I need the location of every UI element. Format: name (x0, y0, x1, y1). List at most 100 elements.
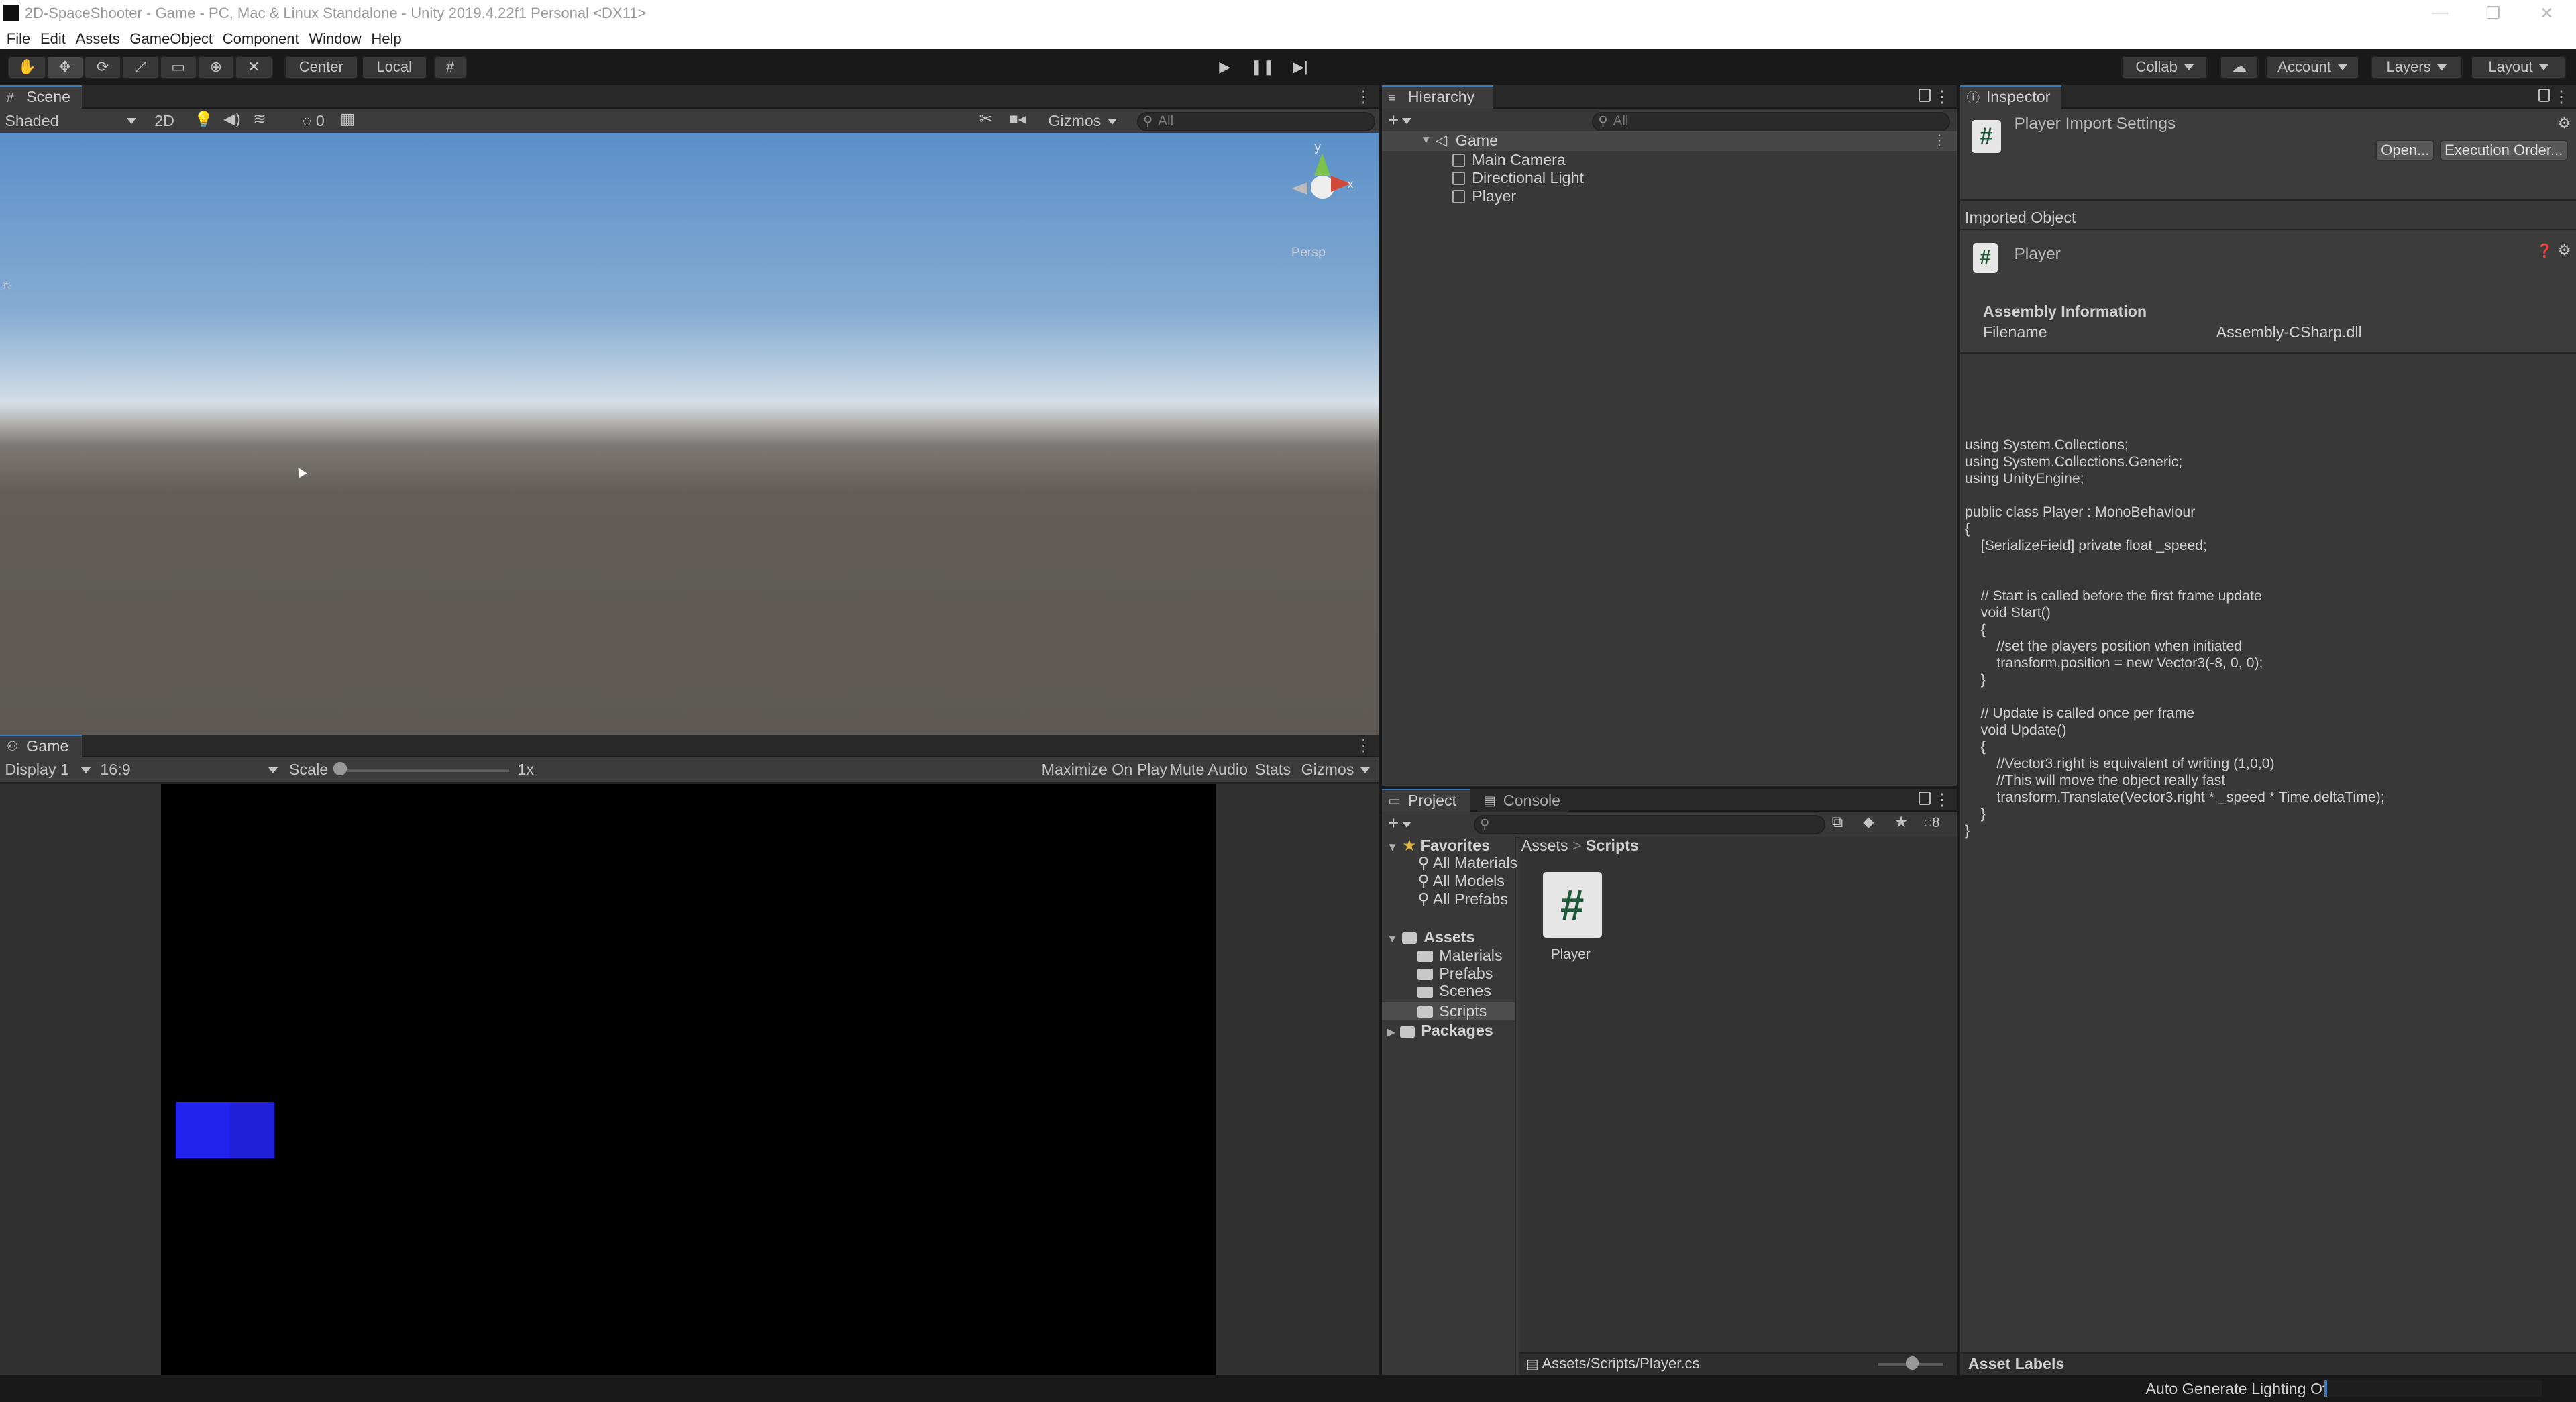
collab-button[interactable]: Collab (2121, 56, 2208, 79)
settings-gear-icon[interactable]: ⚙ (2558, 115, 2571, 132)
lock-icon[interactable] (2538, 89, 2550, 102)
tab-hierarchy[interactable]: ≡ Hierarchy (1381, 85, 1494, 109)
grid-snap-icon[interactable]: # (433, 56, 467, 79)
move-tool-icon[interactable]: ✥ (46, 56, 84, 79)
project-search-input[interactable] (1473, 814, 1825, 835)
step-icon[interactable]: ▶| (1283, 56, 1318, 79)
more-options-icon[interactable]: ⋮ (1933, 87, 1949, 107)
grid-icon[interactable]: ▦ (340, 110, 355, 128)
cloud-icon[interactable]: ☁ (2219, 56, 2259, 79)
game-viewport[interactable] (161, 784, 1216, 1375)
menu-file[interactable]: File (7, 30, 31, 48)
pause-icon[interactable]: ❚❚ (1245, 56, 1280, 79)
more-options-icon[interactable]: ⋮ (1355, 736, 1371, 755)
effects-icon[interactable]: ≋ (253, 110, 266, 128)
folder-prefabs[interactable]: Prefabs (1417, 965, 1493, 983)
script-file-icon[interactable]: # (1542, 872, 1602, 938)
tab-game[interactable]: ⚇ Game (0, 734, 83, 757)
layers-dropdown[interactable]: Layers (2370, 56, 2463, 79)
filter-label-icon[interactable]: ⬥ (1863, 813, 1874, 831)
2d-toggle[interactable]: 2D (154, 112, 174, 130)
menu-component[interactable]: Component (223, 30, 299, 48)
hierarchy-item-player[interactable]: Player (1452, 187, 1516, 205)
favorite-all-materials[interactable]: ⚲ All Materials (1417, 854, 1517, 872)
chevron-down-icon[interactable]: ▾ (1423, 131, 1430, 148)
scene-viewport[interactable]: y x Persp ☼ (0, 133, 1379, 735)
hierarchy-item-directional-light[interactable]: Directional Light (1452, 169, 1584, 187)
hidden-objects-toggle[interactable]: ◌ 0 (303, 112, 325, 130)
lighting-status[interactable]: Auto Generate Lighting Off (2145, 1380, 2330, 1398)
folder-materials[interactable]: Materials (1417, 947, 1503, 965)
scale-slider-track[interactable] (338, 769, 510, 772)
favorite-all-prefabs[interactable]: ⚲ All Prefabs (1417, 890, 1508, 908)
custom-tool-icon[interactable]: ✕ (235, 56, 273, 79)
transform-tool-icon[interactable]: ⊕ (197, 56, 235, 79)
minimize-icon[interactable]: — (2432, 3, 2448, 22)
more-options-icon[interactable]: ⋮ (1933, 790, 1949, 810)
lock-icon[interactable] (1919, 89, 1931, 102)
play-icon[interactable]: ▶ (1208, 56, 1242, 79)
open-button[interactable]: Open... (2375, 140, 2435, 161)
scale-slider-handle[interactable] (333, 762, 347, 775)
favorite-all-models[interactable]: ⚲ All Models (1417, 872, 1504, 890)
packages-node[interactable]: ▶ Packages (1387, 1022, 1493, 1040)
tab-project[interactable]: ▭ Project (1381, 788, 1470, 812)
help-icon[interactable]: ❓ (2536, 243, 2553, 259)
aspect-dropdown[interactable]: 16:9 (100, 761, 278, 779)
menu-gameobject[interactable]: GameObject (129, 30, 213, 48)
icon-size-slider-handle[interactable] (1905, 1356, 1919, 1370)
layout-dropdown[interactable]: Layout (2471, 56, 2567, 79)
assets-node[interactable]: ▼ Assets (1387, 928, 1475, 947)
tab-scene[interactable]: # Scene (0, 85, 83, 109)
menu-help[interactable]: Help (371, 30, 401, 48)
folder-scenes[interactable]: Scenes (1417, 982, 1491, 1000)
execution-order-button[interactable]: Execution Order... (2439, 140, 2568, 161)
filter-type-icon[interactable]: ⧉ (1832, 813, 1843, 831)
mute-audio-toggle[interactable]: Mute Audio (1170, 761, 1248, 779)
hierarchy-search-input[interactable]: All (1592, 111, 1950, 131)
favorites-node[interactable]: ▼ ★ Favorites (1387, 837, 1490, 855)
maximize-on-play-toggle[interactable]: Maximize On Play (1042, 761, 1167, 779)
script-file-label[interactable]: Player (1551, 947, 1591, 963)
folder-scripts[interactable]: Scripts (1381, 1002, 1515, 1020)
favorite-star-icon[interactable]: ★ (1894, 813, 1909, 831)
account-dropdown[interactable]: Account (2265, 56, 2359, 79)
settings-gear-icon[interactable]: ⚙ (2558, 241, 2571, 259)
more-options-icon[interactable]: ⋮ (1932, 131, 1947, 149)
gizmos-dropdown[interactable]: Gizmos (1048, 112, 1118, 130)
hand-tool-icon[interactable]: ✋ (8, 56, 46, 79)
lighting-icon[interactable]: 💡 (194, 110, 213, 129)
more-options-icon[interactable]: ⋮ (1355, 87, 1371, 107)
lock-icon[interactable] (1919, 792, 1931, 805)
menu-window[interactable]: Window (309, 30, 361, 48)
scale-tool-icon[interactable]: ⤢ (121, 56, 160, 79)
tools-icon[interactable]: ✂ (979, 110, 992, 128)
display-dropdown[interactable]: Display 1 (5, 761, 91, 779)
audio-icon[interactable]: ◀) (223, 110, 241, 128)
scene-search-input[interactable]: All (1136, 111, 1375, 131)
create-plus-icon[interactable]: + (1388, 813, 1411, 834)
scene-row[interactable]: ▾ ◁ Game ⋮ (1381, 131, 1957, 152)
pivot-center-button[interactable]: Center (284, 56, 358, 79)
persp-label[interactable]: Persp (1291, 245, 1326, 260)
menu-edit[interactable]: Edit (40, 30, 66, 48)
breadcrumb-scripts[interactable]: Scripts (1586, 837, 1639, 854)
tab-inspector[interactable]: ⓘ Inspector (1960, 85, 2062, 109)
close-icon[interactable]: ✕ (2540, 3, 2554, 23)
more-options-icon[interactable]: ⋮ (2553, 87, 2569, 107)
pivot-local-button[interactable]: Local (361, 56, 427, 79)
rotate-tool-icon[interactable]: ⟳ (83, 56, 122, 79)
hierarchy-item-main-camera[interactable]: Main Camera (1452, 151, 1566, 169)
hidden-packages-toggle[interactable]: ◌8 (1924, 815, 1940, 831)
game-gizmos-dropdown[interactable]: Gizmos (1301, 761, 1371, 779)
shading-mode-dropdown[interactable]: Shaded (5, 112, 140, 130)
camera-icon[interactable]: ■◂ (1009, 110, 1026, 128)
menu-assets[interactable]: Assets (76, 30, 120, 48)
orientation-gizmo[interactable]: y x (1281, 140, 1360, 219)
create-plus-icon[interactable]: + (1388, 110, 1411, 131)
breadcrumb-assets[interactable]: Assets (1521, 837, 1568, 854)
light-gizmo-icon[interactable]: ☼ (0, 276, 13, 293)
stats-toggle[interactable]: Stats (1255, 761, 1291, 779)
tab-console[interactable]: ▤ Console (1477, 788, 1569, 812)
rect-tool-icon[interactable]: ▭ (159, 56, 197, 79)
